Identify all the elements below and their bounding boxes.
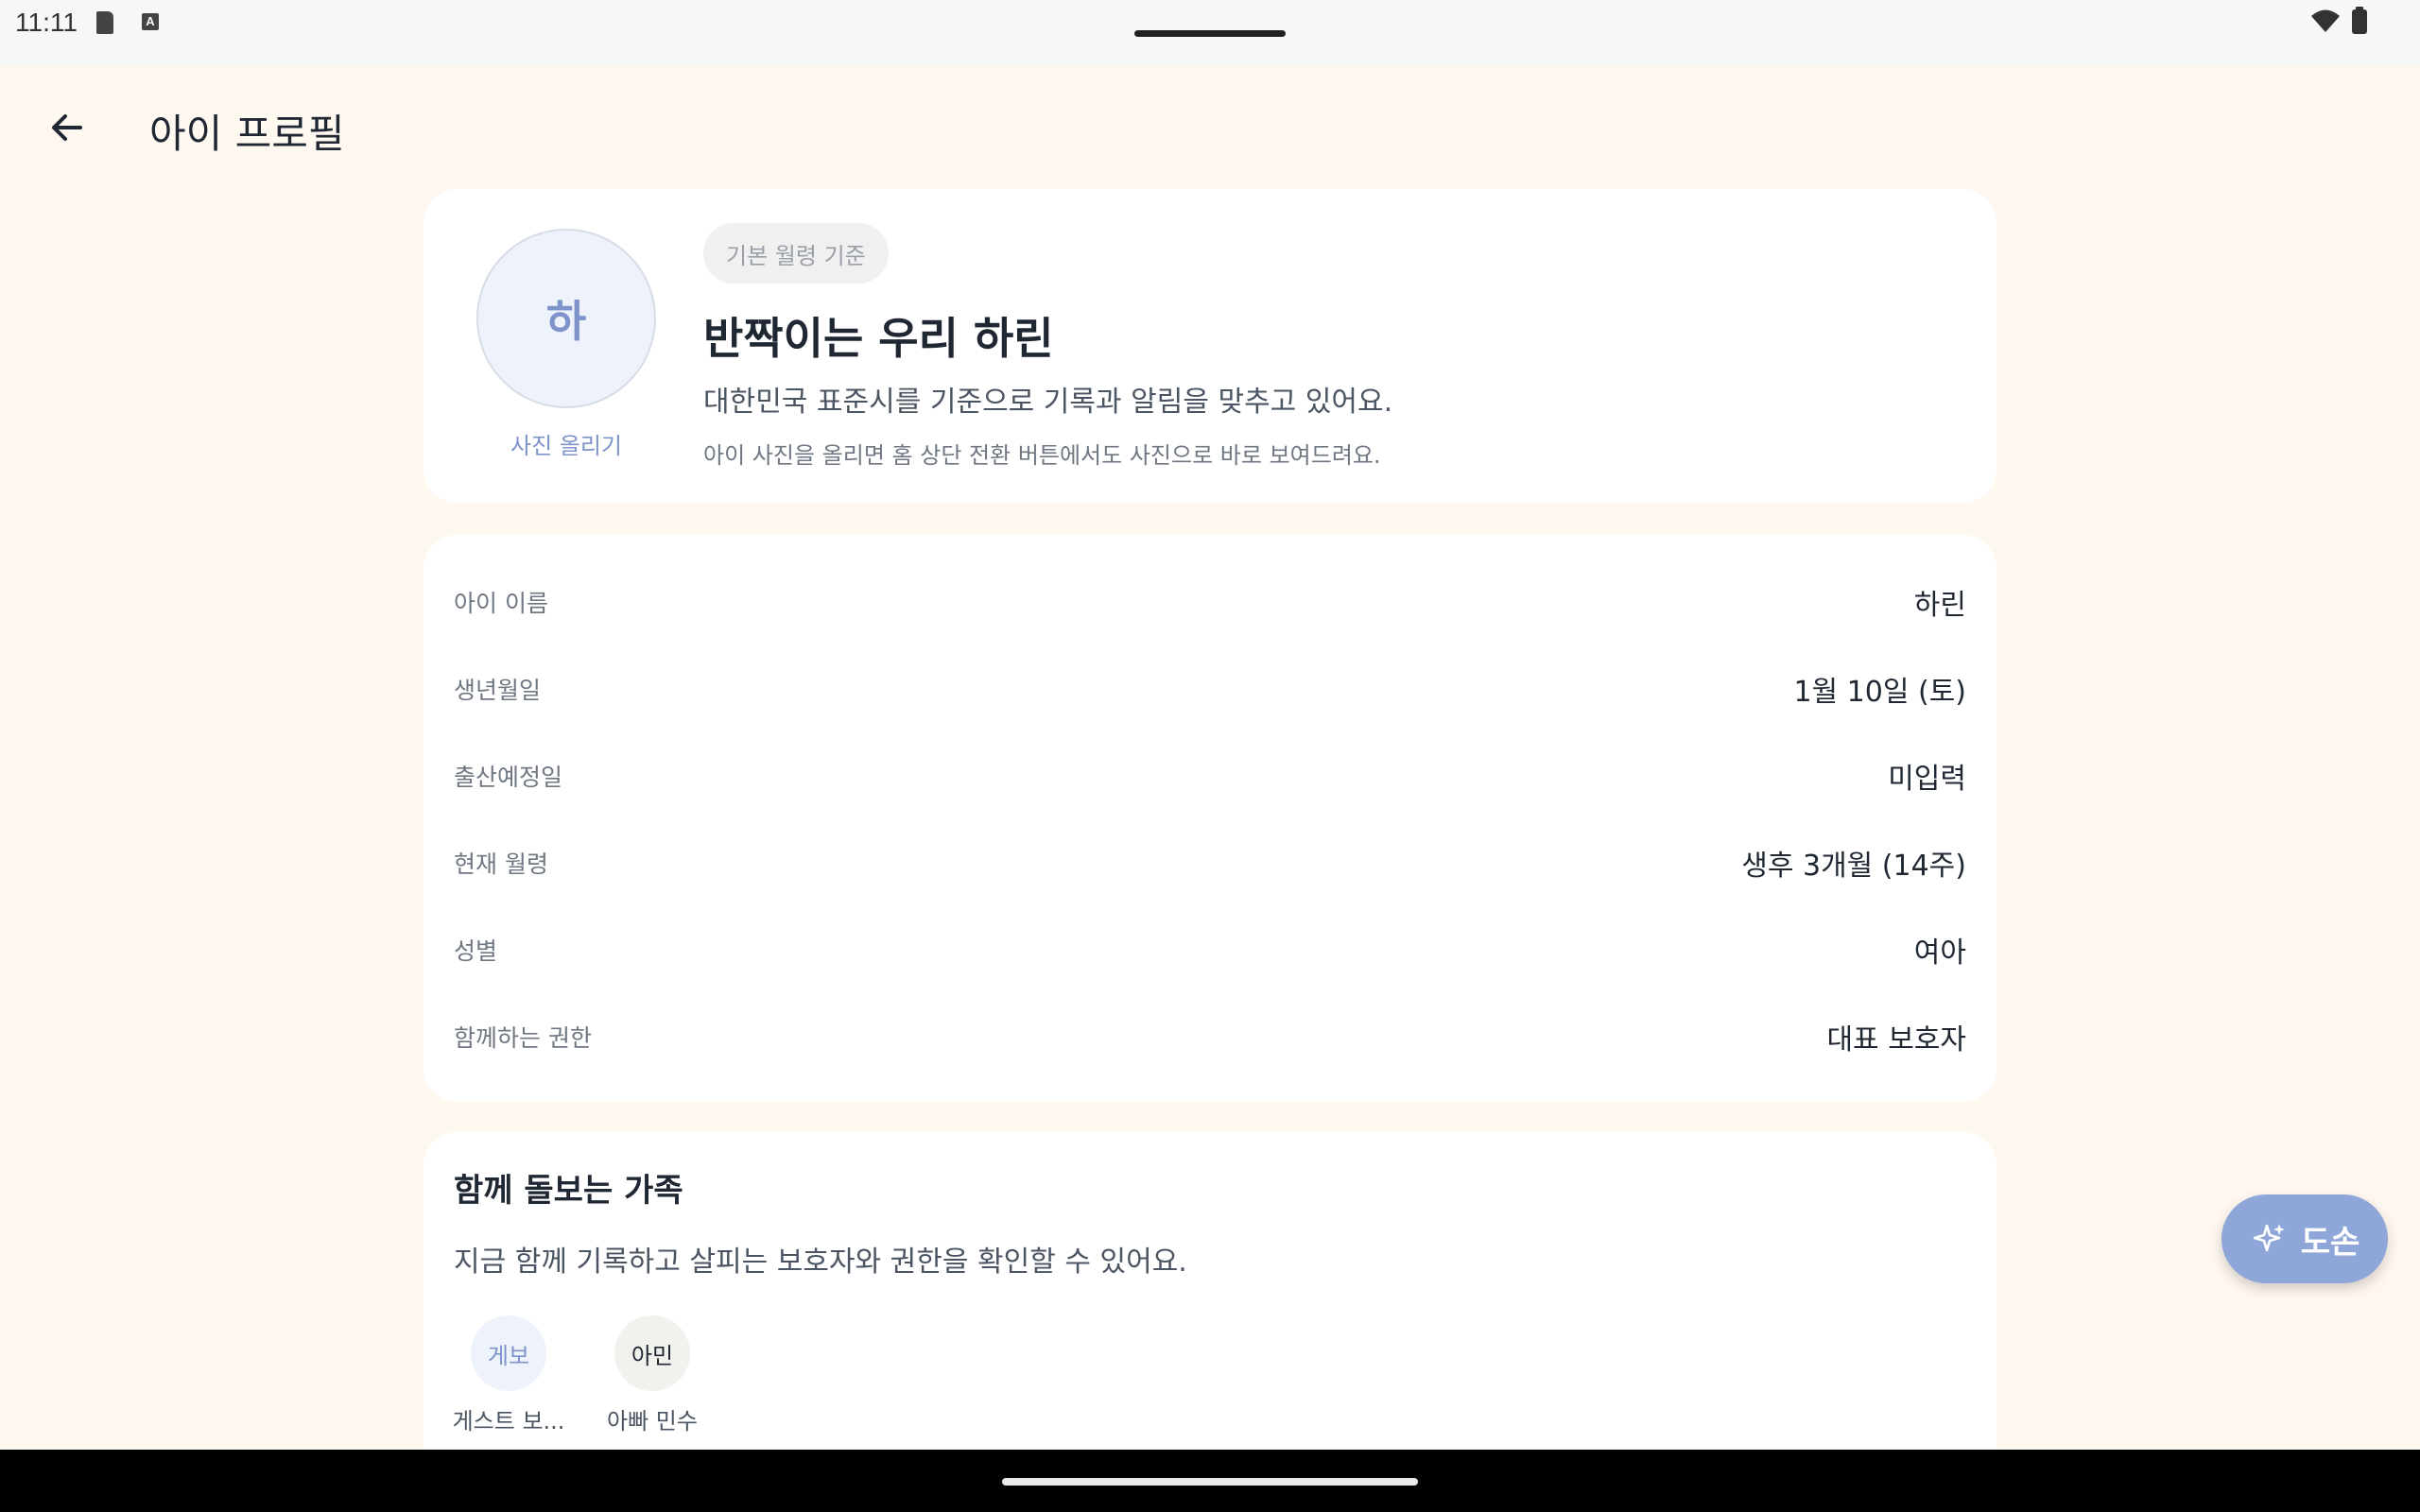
top-app-bar: 아이 프로필	[0, 66, 2420, 189]
detail-label: 현재 월령	[454, 850, 548, 878]
battery-icon	[2352, 7, 2367, 34]
home-gesture-handle[interactable]	[1002, 1478, 1418, 1486]
detail-value: 생후 3개월 (14주)	[1741, 850, 1966, 883]
family-section-description: 지금 함께 기록하고 살피는 보호자와 권한을 확인할 수 있어요.	[454, 1246, 1187, 1279]
detail-label: 성별	[454, 937, 498, 965]
wifi-icon	[2311, 9, 2340, 32]
a-notification-icon: A	[142, 13, 159, 30]
member-avatar: 아민	[614, 1315, 690, 1391]
detail-row-due-date[interactable]: 출산예정일 미입력	[454, 747, 1966, 804]
detail-value: 대표 보호자	[1826, 1023, 1966, 1057]
detail-value: 미입력	[1888, 763, 1966, 796]
detail-value: 1월 10일 (토)	[1793, 676, 1966, 709]
detail-row-gender[interactable]: 성별 여아	[454, 921, 1966, 978]
detail-row-name[interactable]: 아이 이름 하린	[454, 574, 1966, 630]
doson-fab-button[interactable]: 도손	[2221, 1194, 2388, 1283]
age-basis-chip[interactable]: 기본 월령 기준	[703, 223, 889, 284]
child-avatar[interactable]: 하	[476, 229, 656, 408]
family-member[interactable]: 게보 게스트 보...	[442, 1315, 575, 1435]
fab-label: 도손	[2300, 1223, 2360, 1262]
profile-description: 대한민국 표준시를 기준으로 기록과 알림을 맞추고 있어요.	[703, 386, 1393, 419]
family-section-title: 함께 돌보는 가족	[454, 1172, 683, 1210]
status-time: 11:11	[15, 8, 78, 37]
page-title: 아이 프로필	[149, 111, 345, 157]
upload-photo-button[interactable]: 사진 올리기	[476, 427, 656, 460]
detail-label: 생년월일	[454, 677, 542, 704]
detail-row-birthdate[interactable]: 생년월일 1월 10일 (토)	[454, 661, 1966, 717]
sparkles-icon	[2253, 1224, 2285, 1252]
profile-title: 반짝이는 우리 하린	[703, 313, 1054, 364]
top-drag-handle[interactable]	[1134, 30, 1286, 37]
detail-label: 함께하는 권한	[454, 1024, 592, 1052]
detail-row-permission[interactable]: 함께하는 권한 대표 보호자	[454, 1008, 1966, 1065]
profile-note: 아이 사진을 올리면 홈 상단 전환 버튼에서도 사진으로 바로 보여드려요.	[703, 442, 1381, 469]
member-avatar: 게보	[471, 1315, 546, 1391]
avatar-initial: 하	[545, 296, 587, 347]
sd-card-icon	[96, 11, 113, 34]
family-member[interactable]: 아민 아빠 민수	[586, 1315, 718, 1435]
child-details-card: 아이 이름 하린 생년월일 1월 10일 (토) 출산예정일 미입력 현재 월령…	[424, 535, 1996, 1102]
detail-row-current-age[interactable]: 현재 월령 생후 3개월 (14주)	[454, 834, 1966, 891]
member-name: 게스트 보...	[452, 1408, 565, 1435]
detail-value: 하린	[1913, 589, 1966, 622]
arrow-left-icon[interactable]	[43, 104, 91, 151]
detail-label: 출산예정일	[454, 764, 563, 791]
detail-value: 여아	[1913, 936, 1966, 970]
profile-card: 하 사진 올리기 기본 월령 기준 반짝이는 우리 하린 대한민국 표준시를 기…	[424, 189, 1996, 503]
detail-label: 아이 이름	[454, 590, 548, 617]
member-name: 아빠 민수	[607, 1408, 698, 1435]
status-bar: 11:11 A	[0, 0, 2420, 66]
system-navigation-bar	[0, 1450, 2420, 1512]
